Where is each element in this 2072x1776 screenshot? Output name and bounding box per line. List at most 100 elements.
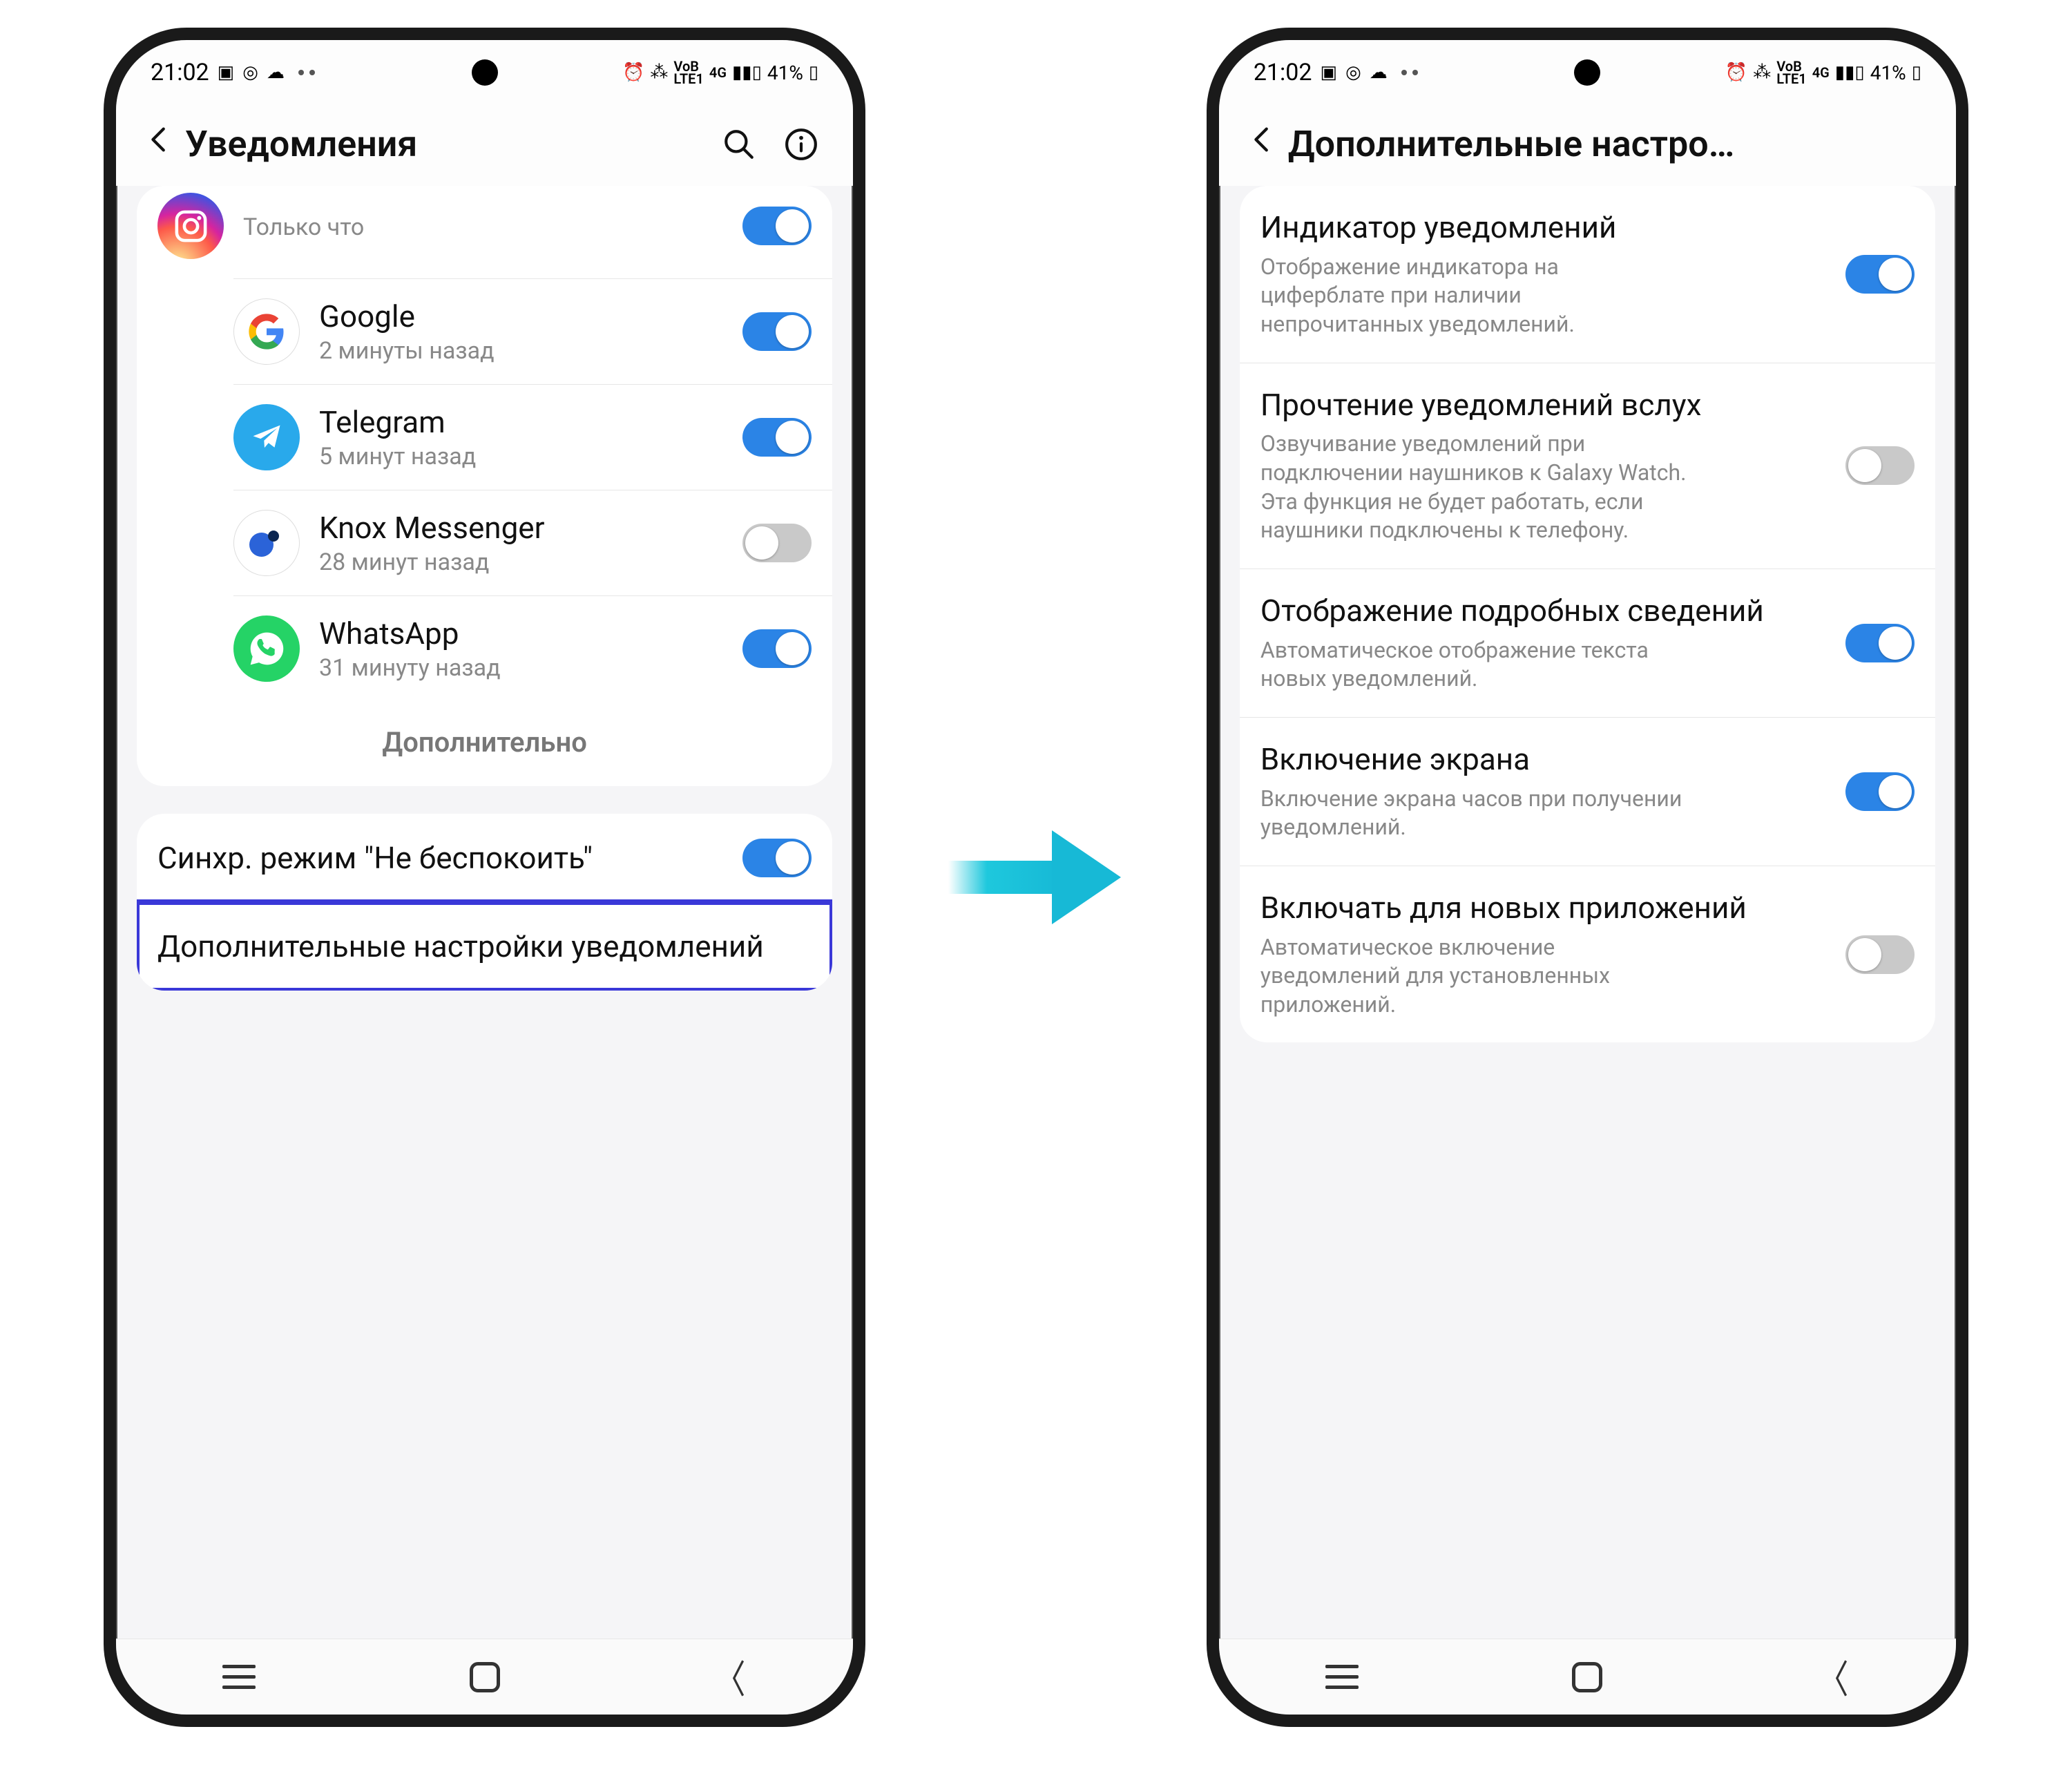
app-timestamp: 5 минут назад	[319, 443, 723, 470]
signal-icon: ▮▮▯	[732, 64, 762, 82]
setting-row-4[interactable]: Включать для новых приложений Автоматичес…	[1240, 866, 1935, 1043]
settings-card: Индикатор уведомлений Отображение индикат…	[1240, 186, 1935, 1042]
network-4g: 4G	[709, 66, 727, 79]
setting-toggle[interactable]	[1845, 624, 1915, 662]
telegram-icon	[233, 404, 300, 470]
recent-apps-button[interactable]	[1321, 1656, 1363, 1698]
cloud-icon: ☁	[267, 64, 285, 82]
advanced-settings-label: Дополнительные настройки уведомлений	[157, 928, 812, 966]
app-row-google[interactable]: Google 2 минуты назад	[233, 278, 832, 384]
volte-indicator: VoBLTE1	[1776, 60, 1806, 85]
setting-toggle[interactable]	[1845, 255, 1915, 294]
app-row-whatsapp[interactable]: WhatsApp 31 минуту назад	[233, 595, 832, 701]
more-card: Синхр. режим "Не беспокоить" Дополнитель…	[137, 814, 832, 991]
setting-row-0[interactable]: Индикатор уведомлений Отображение индикат…	[1240, 186, 1935, 363]
setting-row-1[interactable]: Прочтение уведомлений вслух Озвучивание у…	[1240, 363, 1935, 569]
nav-back-button[interactable]: 〈	[709, 1656, 751, 1698]
signal-icon: ▮▮▯	[1835, 64, 1865, 82]
bluetooth-icon: ⁂	[650, 64, 668, 82]
header: Уведомления	[116, 95, 853, 186]
recent-apps-button[interactable]	[218, 1656, 260, 1698]
setting-toggle[interactable]	[1845, 446, 1915, 485]
clock: 21:02	[1254, 59, 1312, 86]
page-title: Дополнительные настро…	[1288, 123, 1921, 165]
cloud-icon: ☁	[1370, 64, 1388, 82]
setting-title: Отображение подробных сведений	[1260, 593, 1825, 629]
app-row-knox[interactable]: Knox Messenger28 минут назад	[233, 490, 832, 595]
whatsapp-icon	[233, 615, 300, 682]
app-toggle[interactable]	[742, 524, 812, 562]
camera-notch	[1574, 59, 1600, 86]
setting-title: Включение экрана	[1260, 741, 1825, 778]
camera-icon: ◎	[242, 64, 258, 82]
more-status-icon	[298, 70, 315, 75]
setting-title: Прочтение уведомлений вслух	[1260, 387, 1825, 423]
alarm-icon: ⏰	[622, 64, 644, 82]
phone-right: 21:02 ▣ ◎ ☁ ⏰ ⁂ VoBLTE1 4G ▮▮▯ 41% ▯ Доп…	[1207, 28, 1968, 1727]
setting-row-2[interactable]: Отображение подробных сведений Автоматиче…	[1240, 569, 1935, 717]
volte-indicator: VoBLTE1	[673, 60, 703, 85]
setting-description: Автоматическое отображение текста новых …	[1260, 636, 1689, 694]
transition-arrow-icon	[948, 843, 1124, 912]
app-name: WhatsApp	[319, 615, 723, 651]
expand-button[interactable]: Дополнительно	[137, 701, 832, 786]
home-button[interactable]	[464, 1656, 506, 1698]
app-row-telegram[interactable]: Telegram 5 минут назад	[233, 384, 832, 490]
setting-description: Включение экрана часов при получении уве…	[1260, 785, 1689, 842]
camera-icon: ◎	[1345, 64, 1361, 82]
app-timestamp: 2 минуты назад	[319, 337, 723, 365]
setting-row-3[interactable]: Включение экрана Включение экрана часов п…	[1240, 717, 1935, 866]
alarm-icon: ⏰	[1725, 64, 1747, 82]
battery-text: 41%	[1870, 61, 1906, 84]
setting-toggle[interactable]	[1845, 772, 1915, 811]
instagram-icon	[157, 193, 224, 259]
setting-title: Индикатор уведомлений	[1260, 209, 1825, 246]
setting-description: Отображение индикатора на циферблате при…	[1260, 253, 1689, 339]
home-button[interactable]	[1566, 1656, 1608, 1698]
nav-bar: 〈	[116, 1639, 853, 1715]
apps-card: Только что Google 2 минуты назад Telegram 5 …	[137, 186, 832, 786]
app-name: Knox Messenger	[319, 510, 723, 546]
setting-description: Автоматическое включение уведомлений для…	[1260, 933, 1689, 1020]
sync-dnd-toggle[interactable]	[742, 839, 812, 877]
app-timestamp: 31 минуту назад	[319, 654, 723, 682]
image-icon: ▣	[218, 64, 235, 82]
info-icon[interactable]	[784, 127, 818, 162]
setting-toggle[interactable]	[1845, 935, 1915, 974]
battery-icon: ▯	[1912, 64, 1921, 82]
advanced-settings-row[interactable]: Дополнительные настройки уведомлений	[137, 902, 832, 991]
app-timestamp: Только что	[243, 213, 723, 241]
more-status-icon	[1401, 70, 1418, 75]
nav-bar: 〈	[1219, 1639, 1956, 1715]
sync-dnd-label: Синхр. режим "Не беспокоить"	[157, 839, 729, 877]
back-button[interactable]	[1247, 124, 1288, 164]
nav-back-button[interactable]: 〈	[1812, 1656, 1854, 1698]
phone-left: 21:02 ▣ ◎ ☁ ⏰ ⁂ VoBLTE1 4G ▮▮▯ 41% ▯ Уве…	[104, 28, 865, 1727]
app-toggle[interactable]	[742, 629, 812, 668]
knox-icon	[233, 510, 300, 576]
content-area: Индикатор уведомлений Отображение индикат…	[1219, 186, 1956, 1632]
back-button[interactable]	[144, 124, 185, 164]
google-icon	[233, 298, 300, 365]
battery-text: 41%	[767, 61, 803, 84]
content-area: Только что Google 2 минуты назад Telegram 5 …	[116, 186, 853, 1632]
app-name: Google	[319, 298, 723, 334]
app-timestamp: 28 минут назад	[319, 548, 723, 576]
search-icon[interactable]	[722, 127, 756, 162]
app-toggle[interactable]	[742, 207, 812, 245]
setting-title: Включать для новых приложений	[1260, 890, 1825, 926]
app-row-instagram[interactable]: Только что	[137, 186, 832, 278]
bluetooth-icon: ⁂	[1753, 64, 1771, 82]
sync-dnd-row[interactable]: Синхр. режим "Не беспокоить"	[137, 814, 832, 902]
app-name: Telegram	[319, 404, 723, 440]
app-toggle[interactable]	[742, 418, 812, 457]
image-icon: ▣	[1320, 64, 1337, 82]
camera-notch	[472, 59, 498, 86]
app-toggle[interactable]	[742, 312, 812, 351]
battery-icon: ▯	[809, 64, 818, 82]
clock: 21:02	[151, 59, 209, 86]
setting-description: Озвучивание уведомлений при подключении …	[1260, 430, 1689, 544]
network-4g: 4G	[1812, 66, 1830, 79]
header: Дополнительные настро…	[1219, 95, 1956, 186]
page-title: Уведомления	[185, 123, 722, 165]
